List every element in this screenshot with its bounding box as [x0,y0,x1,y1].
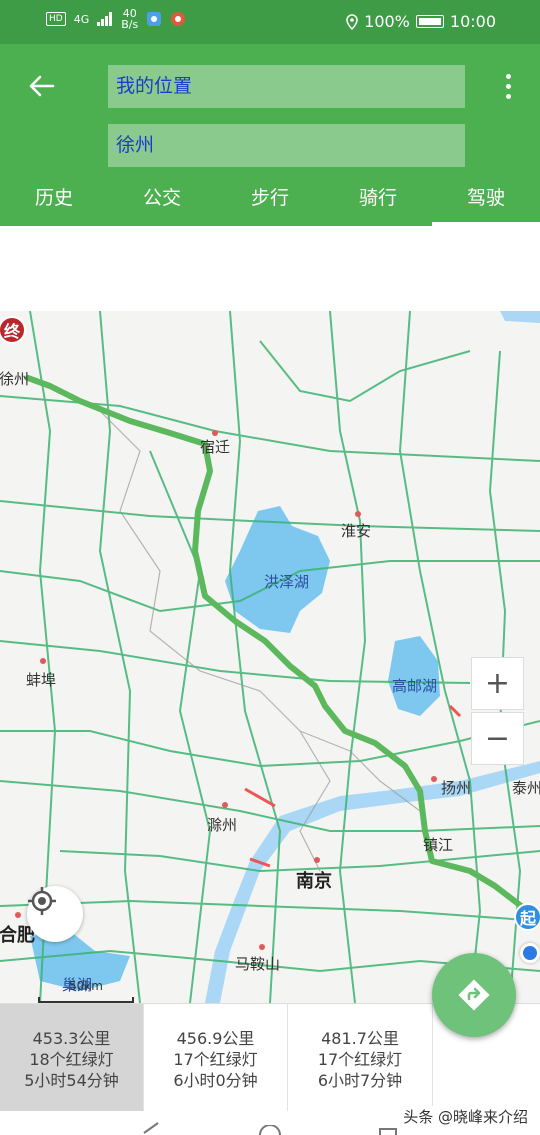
tab-walk[interactable]: 步行 [216,174,324,226]
location-pin-icon [346,13,358,30]
nav-home-icon[interactable] [258,1125,282,1135]
route-option-2[interactable]: 456.9公里 17个红绿灯 6小时0分钟 [144,1004,288,1111]
city-label-xuzhou: 徐州 [0,370,30,388]
route-distance: 456.9公里 [176,1029,255,1048]
hotspot-icon [147,12,162,26]
blank-area [0,226,540,311]
travel-mode-tabs: 历史 公交 步行 骑行 驾驶 [0,174,540,226]
city-label-yangzhou: 扬州 [441,779,472,797]
route-time: 6小时0分钟 [173,1071,258,1090]
hd-icon: HD [46,12,66,26]
tab-history[interactable]: 历史 [0,174,108,226]
route-distance: 453.3公里 [32,1029,111,1048]
city-label-maanshan: 马鞍山 [235,955,281,973]
route-lights: 17个红绿灯 [173,1050,258,1069]
battery-percent: 100% [364,12,410,31]
crosshair-icon [28,887,56,915]
map-view[interactable]: 徐州 宿迁 淮安 洪泽湖 蚌埠 高邮湖 扬州 泰州 滁州 镇江 南京 合肥 马鞍… [0,311,540,1003]
arrow-left-icon [29,75,55,97]
route-header: 我的位置 徐州 历史 公交 步行 骑行 驾驶 [0,44,540,226]
city-label-bengbu: 蚌埠 [26,671,57,689]
scale-label: 50km [69,979,103,993]
battery-icon [415,15,444,28]
zoom-in-button[interactable]: + [471,657,524,710]
my-location-dot [520,943,540,963]
status-right: 100% 10:00 [346,12,496,31]
status-bar: HD 4G 40 B/s 100% 10:00 [0,0,540,44]
route-lights: 17个红绿灯 [317,1050,403,1069]
signal-4g-icon: 4G [73,12,90,26]
start-navigation-button[interactable] [432,953,516,1037]
navigation-arrow-icon [458,979,490,1011]
app-notification-icon [171,12,186,26]
city-label-suqian: 宿迁 [200,438,231,456]
river-north [500,311,540,323]
city-label-nanjing: 南京 [296,871,332,892]
city-label-huaian: 淮安 [341,522,372,540]
status-left: HD 4G 40 B/s [46,8,186,30]
route-option-3[interactable]: 481.7公里 17个红绿灯 6小时7分钟 [288,1004,433,1111]
more-menu-button[interactable] [498,66,518,106]
route-lights: 18个红绿灯 [29,1050,114,1069]
highway-network [0,311,540,1003]
route-option-1[interactable]: 453.3公里 18个红绿灯 5小时54分钟 [0,1004,144,1111]
tab-bike[interactable]: 骑行 [324,174,432,226]
city-label-chuzhou: 滁州 [207,816,238,834]
nav-recents-icon[interactable] [378,1127,398,1135]
back-button[interactable] [22,66,62,106]
signal-bars-icon [97,12,113,26]
start-marker[interactable]: 起 [514,903,540,931]
tab-drive[interactable]: 驾驶 [432,174,540,226]
locate-me-button[interactable] [27,886,83,942]
tab-transit[interactable]: 公交 [108,174,216,226]
lake-label-hongze: 洪泽湖 [264,573,310,591]
city-label-zhenjiang: 镇江 [423,836,454,854]
lake-label-gaoyou: 高邮湖 [392,677,438,695]
clock: 10:00 [449,12,496,31]
zoom-out-button[interactable]: − [471,712,524,765]
net-speed-unit: B/s [121,18,139,31]
route-time: 6小时7分钟 [317,1071,403,1090]
destination-input[interactable]: 徐州 [108,124,465,167]
route-time: 5小时54分钟 [24,1071,119,1090]
city-label-taizhou: 泰州 [512,779,540,797]
map-canvas [0,311,540,1003]
route-distance: 481.7公里 [321,1029,399,1048]
watermark: 头条 @晓峰来介绍 [401,1106,530,1127]
origin-input[interactable]: 我的位置 [108,65,465,108]
nav-back-icon[interactable] [140,1121,160,1135]
